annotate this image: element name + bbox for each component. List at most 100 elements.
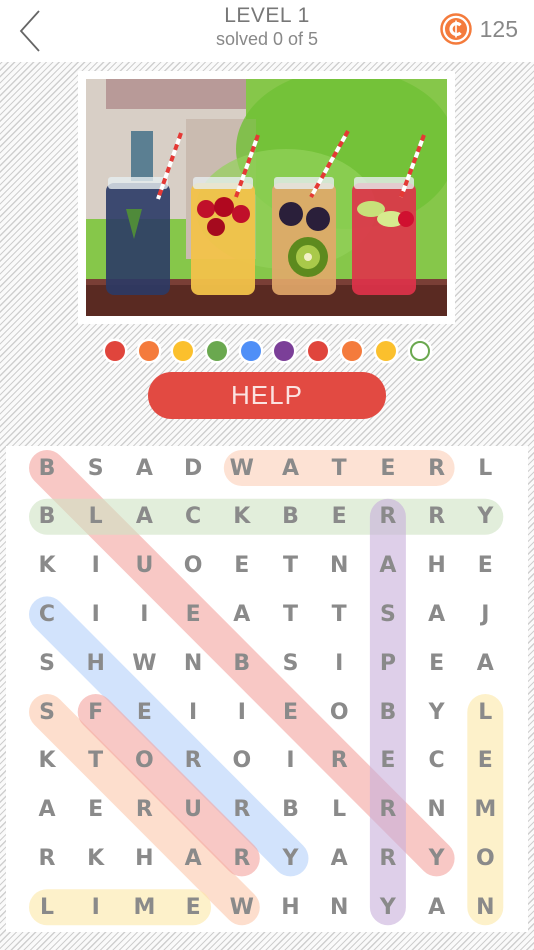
grid-cell[interactable]: R	[120, 786, 168, 834]
grid-cell[interactable]: B	[364, 688, 412, 736]
grid-cell[interactable]: T	[267, 542, 315, 590]
grid-cell[interactable]: E	[267, 688, 315, 736]
grid-cell[interactable]: Y	[364, 883, 412, 931]
grid-cell[interactable]: Y	[267, 834, 315, 882]
grid-cell[interactable]: B	[23, 444, 71, 492]
grid-cell[interactable]: E	[169, 590, 217, 638]
grid-cell[interactable]: W	[218, 883, 266, 931]
grid-cell[interactable]: T	[267, 590, 315, 638]
grid-cell[interactable]: H	[267, 883, 315, 931]
grid-cell[interactable]: F	[72, 688, 120, 736]
grid-cell[interactable]: R	[413, 493, 461, 541]
grid-cell[interactable]: M	[461, 786, 509, 834]
grid-cell[interactable]: E	[169, 883, 217, 931]
grid-cell[interactable]: A	[413, 590, 461, 638]
grid-cell[interactable]: T	[315, 444, 363, 492]
grid-cell[interactable]: E	[218, 542, 266, 590]
grid-cell[interactable]: E	[364, 444, 412, 492]
grid-cell[interactable]: L	[315, 786, 363, 834]
grid-cell[interactable]: A	[120, 493, 168, 541]
grid-cell[interactable]: T	[72, 737, 120, 785]
grid-cell[interactable]: Y	[413, 688, 461, 736]
grid-cell[interactable]: N	[413, 786, 461, 834]
grid-cell[interactable]: W	[218, 444, 266, 492]
grid-cell[interactable]: H	[72, 639, 120, 687]
grid-cell[interactable]: H	[120, 834, 168, 882]
grid-cell[interactable]: E	[413, 639, 461, 687]
grid-cell[interactable]: Y	[461, 493, 509, 541]
grid-cell[interactable]: A	[23, 786, 71, 834]
grid-cell[interactable]: E	[461, 542, 509, 590]
grid-cell[interactable]: L	[461, 444, 509, 492]
coin-balance[interactable]: 125	[439, 12, 518, 46]
grid-cell[interactable]: K	[23, 542, 71, 590]
grid-cell[interactable]: E	[461, 737, 509, 785]
grid-cell[interactable]: K	[72, 834, 120, 882]
grid-cell[interactable]: E	[315, 493, 363, 541]
grid-cell[interactable]: C	[23, 590, 71, 638]
grid-cell[interactable]: A	[315, 834, 363, 882]
grid-cell[interactable]: M	[120, 883, 168, 931]
grid-cell[interactable]: P	[364, 639, 412, 687]
grid-cell[interactable]: I	[218, 688, 266, 736]
grid-cell[interactable]: U	[120, 542, 168, 590]
grid-cell[interactable]: H	[413, 542, 461, 590]
grid-cell[interactable]: I	[169, 688, 217, 736]
grid-cell[interactable]: B	[267, 786, 315, 834]
grid-cell[interactable]: S	[72, 444, 120, 492]
grid-cell[interactable]: I	[315, 639, 363, 687]
grid-cell[interactable]: S	[364, 590, 412, 638]
grid-cell[interactable]: N	[315, 883, 363, 931]
grid-cell[interactable]: N	[315, 542, 363, 590]
grid-cell[interactable]: R	[364, 834, 412, 882]
grid-cell[interactable]: R	[23, 834, 71, 882]
grid-cell[interactable]: I	[72, 883, 120, 931]
grid-cell[interactable]: I	[120, 590, 168, 638]
help-button[interactable]: HELP	[148, 372, 386, 419]
grid-cell[interactable]: R	[169, 737, 217, 785]
grid-cell[interactable]: D	[169, 444, 217, 492]
grid-cell[interactable]: A	[218, 590, 266, 638]
grid-cell[interactable]: E	[72, 786, 120, 834]
grid-cell[interactable]: R	[364, 493, 412, 541]
grid-cell[interactable]: J	[461, 590, 509, 638]
grid-cell[interactable]: S	[23, 639, 71, 687]
grid-cell[interactable]: A	[461, 639, 509, 687]
grid-cell[interactable]: A	[413, 883, 461, 931]
grid-cell[interactable]: E	[364, 737, 412, 785]
grid-cell[interactable]: S	[267, 639, 315, 687]
grid-cell[interactable]: I	[72, 590, 120, 638]
back-button[interactable]	[14, 8, 48, 54]
grid-cell[interactable]: R	[218, 786, 266, 834]
grid-cell[interactable]: O	[461, 834, 509, 882]
grid-cell[interactable]: L	[72, 493, 120, 541]
grid-cell[interactable]: A	[364, 542, 412, 590]
grid-cell[interactable]: K	[23, 737, 71, 785]
grid-cell[interactable]: B	[218, 639, 266, 687]
grid-cell[interactable]: W	[120, 639, 168, 687]
grid-cell[interactable]: C	[413, 737, 461, 785]
grid-cell[interactable]: R	[315, 737, 363, 785]
grid-cell[interactable]: N	[169, 639, 217, 687]
grid-cell[interactable]: S	[23, 688, 71, 736]
grid-cell[interactable]: A	[120, 444, 168, 492]
grid-cell[interactable]: A	[267, 444, 315, 492]
grid-cell[interactable]: B	[23, 493, 71, 541]
grid-cell[interactable]: R	[218, 834, 266, 882]
grid-cell[interactable]: K	[218, 493, 266, 541]
grid-cell[interactable]: O	[315, 688, 363, 736]
grid-cell[interactable]: T	[315, 590, 363, 638]
grid-cell[interactable]: O	[169, 542, 217, 590]
grid-cell[interactable]: O	[120, 737, 168, 785]
grid-cell[interactable]: A	[169, 834, 217, 882]
grid-cell[interactable]: I	[267, 737, 315, 785]
grid-cell[interactable]: I	[72, 542, 120, 590]
grid-cell[interactable]: R	[364, 786, 412, 834]
grid-cell[interactable]: L	[461, 688, 509, 736]
grid-cell[interactable]: O	[218, 737, 266, 785]
grid-cell[interactable]: Y	[413, 834, 461, 882]
grid-cell[interactable]: E	[120, 688, 168, 736]
grid-cell[interactable]: N	[461, 883, 509, 931]
grid-cell[interactable]: B	[267, 493, 315, 541]
grid-cell[interactable]: R	[413, 444, 461, 492]
